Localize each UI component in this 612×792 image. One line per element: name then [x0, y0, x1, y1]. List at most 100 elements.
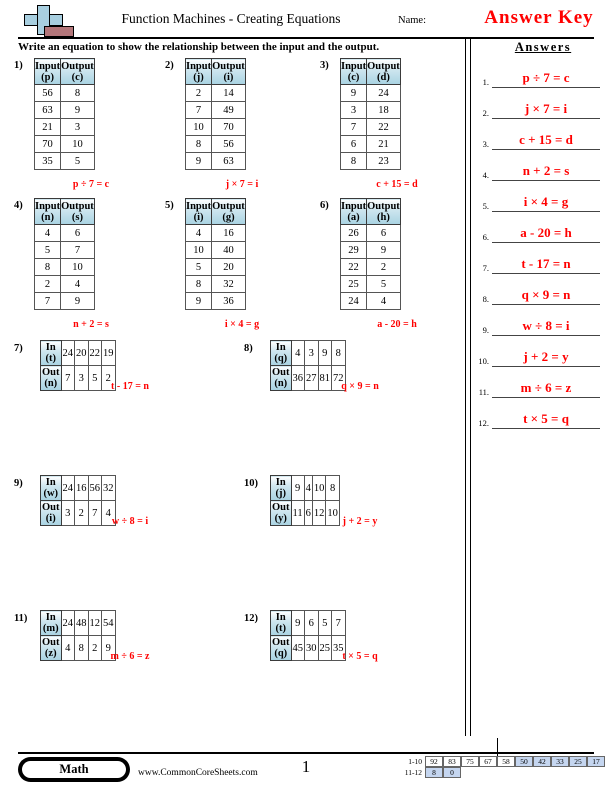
input-cell[interactable]: 8 — [184, 275, 213, 293]
score-cell: 8 — [425, 767, 443, 778]
in-value-cell[interactable]: 6 — [304, 610, 319, 636]
in-value-cell[interactable]: 7 — [331, 610, 346, 636]
input-cell[interactable]: 5 — [184, 258, 213, 276]
input-cell[interactable]: 35 — [33, 152, 62, 170]
output-cell[interactable]: 56 — [211, 135, 246, 153]
in-value-cell[interactable]: 3 — [304, 340, 319, 366]
input-cell[interactable]: 24 — [339, 292, 368, 310]
output-cell[interactable]: 4 — [60, 275, 95, 293]
output-cell[interactable]: 5 — [60, 152, 95, 170]
output-cell[interactable]: 70 — [211, 118, 246, 136]
output-cell[interactable]: 2 — [366, 258, 401, 276]
in-value-cell[interactable]: 24 — [60, 610, 75, 636]
in-value-cell[interactable]: 5 — [317, 610, 332, 636]
input-cell[interactable]: 26 — [339, 224, 368, 242]
output-cell[interactable]: 36 — [211, 292, 246, 310]
output-cell[interactable]: 3 — [60, 118, 95, 136]
output-cell[interactable]: 7 — [60, 241, 95, 259]
in-value-cell[interactable]: 9 — [317, 340, 332, 366]
in-value-cell[interactable]: 24 — [60, 340, 75, 366]
in-value-cell[interactable]: 9 — [290, 475, 305, 501]
output-cell[interactable]: 6 — [366, 224, 401, 242]
table-header-row: Input (i) Output (g) — [184, 198, 246, 225]
input-cell[interactable]: 4 — [33, 224, 62, 242]
output-cell[interactable]: 14 — [211, 84, 246, 102]
input-cell[interactable]: 8 — [184, 135, 213, 153]
table-row: 10 70 — [184, 118, 246, 136]
input-cell[interactable]: 2 — [33, 275, 62, 293]
output-cell[interactable]: 16 — [211, 224, 246, 242]
input-cell[interactable]: 25 — [339, 275, 368, 293]
output-cell[interactable]: 49 — [211, 101, 246, 119]
input-cell[interactable]: 10 — [184, 241, 213, 259]
in-value-cell[interactable]: 22 — [87, 340, 102, 366]
answer-value: t - 17 = n — [521, 256, 571, 271]
in-value-cell[interactable]: 20 — [74, 340, 89, 366]
table-header-row: Input (c) Output (d) — [339, 58, 401, 85]
in-value-cell[interactable]: 19 — [101, 340, 116, 366]
score-cell: 25 — [569, 756, 587, 767]
answer-equation: w ÷ 8 = i — [111, 516, 149, 527]
in-row: In (m) 24 48 12 54 — [40, 610, 116, 636]
input-cell[interactable]: 56 — [33, 84, 62, 102]
in-value-cell[interactable]: 56 — [87, 475, 102, 501]
input-cell[interactable]: 7 — [339, 118, 368, 136]
input-cell[interactable]: 29 — [339, 241, 368, 259]
table-row: 7 22 — [339, 118, 401, 136]
input-cell[interactable]: 9 — [184, 292, 213, 310]
in-value-cell[interactable]: 48 — [74, 610, 89, 636]
output-cell[interactable]: 24 — [366, 84, 401, 102]
in-value-cell[interactable]: 4 — [290, 340, 305, 366]
input-cell[interactable]: 8 — [339, 152, 368, 170]
input-cell[interactable]: 70 — [33, 135, 62, 153]
input-cell[interactable]: 7 — [184, 101, 213, 119]
score-range-label: 11-12 — [404, 768, 422, 777]
input-cell[interactable]: 63 — [33, 101, 62, 119]
input-cell[interactable]: 7 — [33, 292, 62, 310]
output-cell[interactable]: 32 — [211, 275, 246, 293]
input-cell[interactable]: 4 — [184, 224, 213, 242]
input-cell[interactable]: 5 — [33, 241, 62, 259]
output-cell[interactable]: 4 — [366, 292, 401, 310]
in-value-cell[interactable]: 8 — [331, 340, 346, 366]
output-cell[interactable]: 20 — [211, 258, 246, 276]
output-cell[interactable]: 18 — [366, 101, 401, 119]
output-cell[interactable]: 63 — [211, 152, 246, 170]
output-cell[interactable]: 10 — [60, 258, 95, 276]
output-cell[interactable]: 9 — [366, 241, 401, 259]
in-value-cell[interactable]: 8 — [325, 475, 340, 501]
in-value-cell[interactable]: 32 — [101, 475, 116, 501]
input-cell[interactable]: 8 — [33, 258, 62, 276]
output-cell[interactable]: 40 — [211, 241, 246, 259]
answer-row: 6. a - 20 = h — [474, 212, 612, 243]
output-cell[interactable]: 9 — [60, 101, 95, 119]
input-cell[interactable]: 10 — [184, 118, 213, 136]
in-value-cell[interactable]: 9 — [290, 610, 305, 636]
in-value-cell[interactable]: 10 — [311, 475, 327, 501]
in-value-cell[interactable]: 24 — [60, 475, 75, 501]
input-cell[interactable]: 22 — [339, 258, 368, 276]
input-cell[interactable]: 6 — [339, 135, 368, 153]
input-cell[interactable]: 9 — [184, 152, 213, 170]
output-cell[interactable]: 6 — [60, 224, 95, 242]
in-value-cell[interactable]: 16 — [74, 475, 89, 501]
in-value-cell[interactable]: 4 — [303, 475, 313, 501]
answer-equation: i × 4 = g — [224, 319, 260, 330]
input-cell[interactable]: 2 — [184, 84, 213, 102]
output-cell[interactable]: 9 — [60, 292, 95, 310]
input-cell[interactable]: 21 — [33, 118, 62, 136]
input-column-header: Input (j) — [184, 58, 213, 85]
output-cell[interactable]: 22 — [366, 118, 401, 136]
output-cell[interactable]: 10 — [60, 135, 95, 153]
in-value-cell[interactable]: 54 — [101, 610, 116, 636]
output-cell[interactable]: 23 — [366, 152, 401, 170]
input-column-header: Input (p) — [33, 58, 62, 85]
output-cell[interactable]: 21 — [366, 135, 401, 153]
input-cell[interactable]: 9 — [339, 84, 368, 102]
output-cell[interactable]: 8 — [60, 84, 95, 102]
in-row-header: In (w) — [40, 475, 62, 501]
problem-number: 6) — [320, 200, 329, 211]
input-cell[interactable]: 3 — [339, 101, 368, 119]
output-cell[interactable]: 5 — [366, 275, 401, 293]
in-value-cell[interactable]: 12 — [87, 610, 102, 636]
